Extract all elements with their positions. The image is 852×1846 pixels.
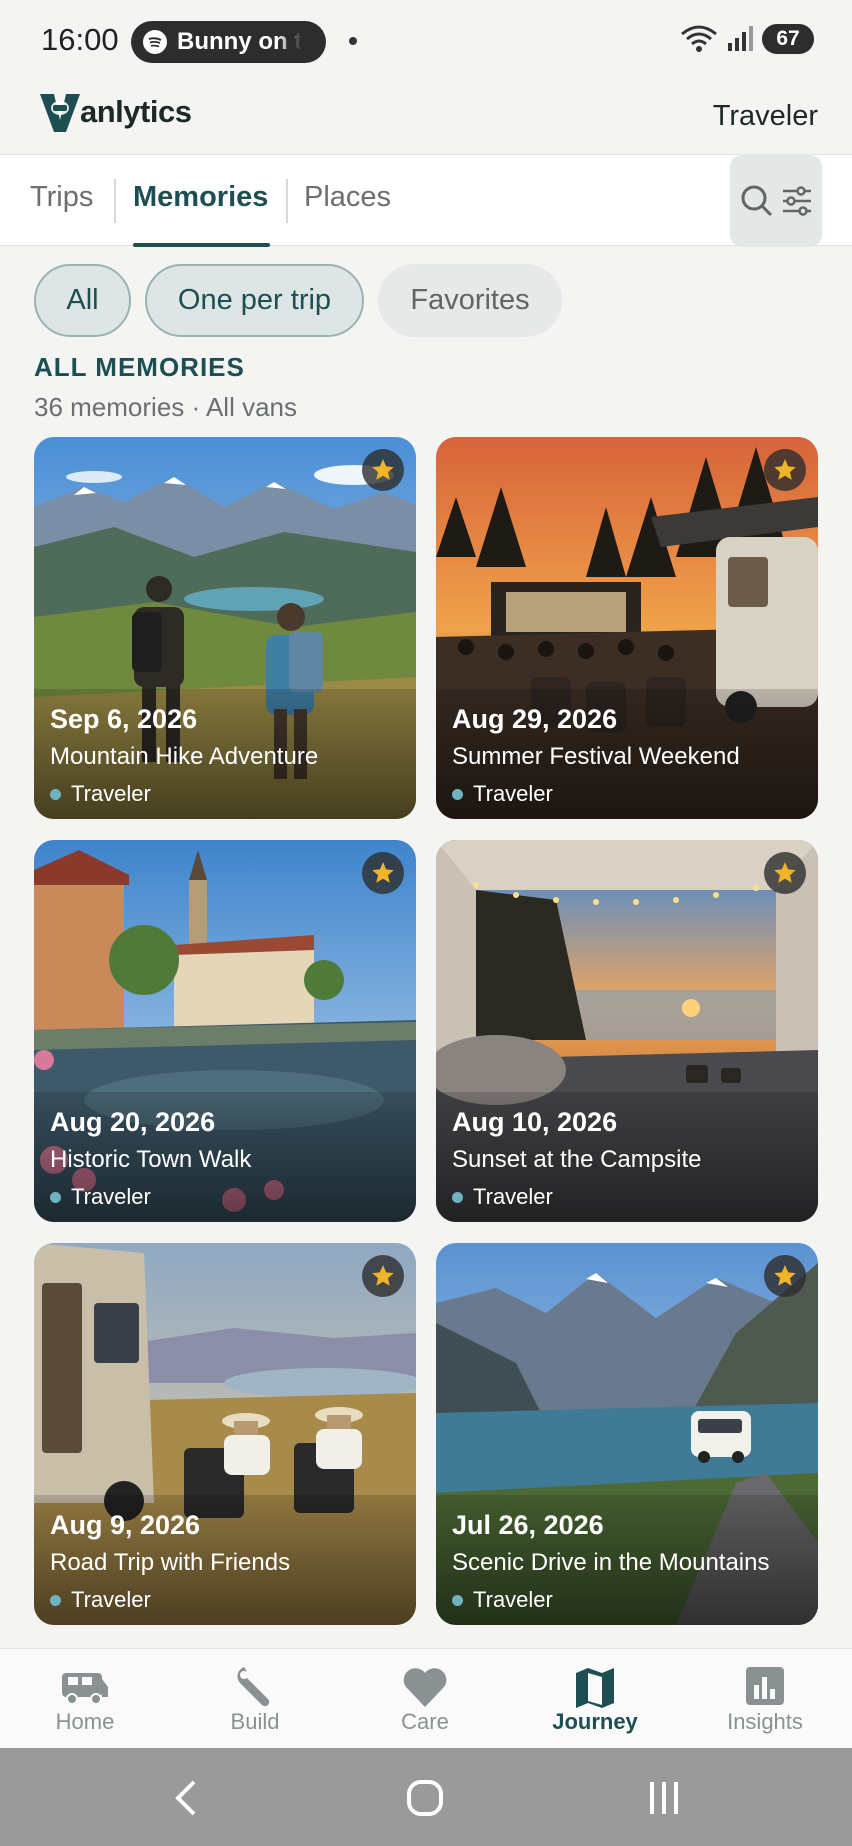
system-navigation-bar (0, 1748, 852, 1846)
nav-label: Home (55, 1709, 115, 1734)
van-icon (62, 1673, 108, 1705)
status-time: 16:00 (41, 22, 119, 57)
wrench-icon (237, 1667, 270, 1707)
search-icon (741, 185, 773, 217)
memory-title: Summer Festival Weekend (452, 743, 740, 770)
brand-name: anlytics (80, 94, 192, 129)
filter-chip-favorites[interactable]: Favorites (378, 264, 562, 337)
filter-chip-one-per-trip[interactable]: One per trip (145, 264, 364, 337)
favorite-star-icon[interactable] (764, 449, 806, 491)
memory-date: Aug 20, 2026 (50, 1107, 216, 1137)
nav-care[interactable]: Care (340, 1649, 510, 1749)
spotify-icon (143, 30, 167, 54)
filter-chip-all[interactable]: All (34, 264, 131, 337)
owner-name: Traveler (71, 1184, 151, 1209)
memory-owner: Traveler (452, 781, 553, 807)
favorite-star-icon[interactable] (764, 1255, 806, 1297)
filter-sliders-icon (783, 186, 811, 216)
user-name[interactable]: Traveler (713, 100, 818, 133)
memory-owner: Traveler (50, 1587, 151, 1613)
memory-date: Aug 29, 2026 (452, 704, 618, 734)
nav-build[interactable]: Build (170, 1649, 340, 1749)
active-tab-indicator (133, 243, 270, 247)
nav-home[interactable]: Home (0, 1649, 170, 1749)
owner-name: Traveler (473, 1184, 553, 1209)
nav-journey[interactable]: Journey (510, 1649, 680, 1749)
back-icon[interactable] (170, 1778, 200, 1818)
memory-date: Sep 6, 2026 (50, 704, 198, 734)
memory-owner: Traveler (50, 1184, 151, 1210)
tab-divider (114, 179, 116, 223)
nav-label: Care (401, 1709, 449, 1734)
notification-dot (349, 37, 357, 45)
favorite-star-icon[interactable] (764, 852, 806, 894)
bar-chart-icon (746, 1667, 784, 1705)
media-text: Bunny on t (177, 28, 303, 55)
favorite-star-icon[interactable] (362, 852, 404, 894)
owner-dot-icon (452, 1594, 463, 1606)
owner-dot-icon (452, 788, 463, 800)
owner-dot-icon (50, 1594, 61, 1606)
app-header: anlytics Traveler (0, 82, 852, 154)
memory-date: Aug 9, 2026 (50, 1510, 201, 1540)
nav-label: Insights (727, 1709, 803, 1734)
tab-places[interactable]: Places (304, 181, 391, 214)
section-subtitle: 36 memories · All vans (34, 392, 297, 422)
owner-dot-icon (452, 1191, 463, 1203)
memory-owner: Traveler (452, 1587, 553, 1613)
memory-card[interactable]: Aug 20, 2026 Historic Town Walk Traveler (34, 840, 416, 1222)
tabs-bar: Trips Memories Places (0, 154, 852, 247)
memory-card[interactable]: Aug 29, 2026 Summer Festival Weekend Tra… (436, 437, 818, 819)
memory-title: Mountain Hike Adventure (50, 743, 319, 770)
memory-title: Historic Town Walk (50, 1146, 252, 1173)
heart-icon (403, 1668, 447, 1707)
owner-name: Traveler (71, 1587, 151, 1612)
memory-date: Jul 26, 2026 (452, 1510, 604, 1540)
owner-name: Traveler (71, 781, 151, 806)
memory-owner: Traveler (452, 1184, 553, 1210)
media-playing-pill[interactable]: Bunny on t (131, 21, 326, 63)
app-logo[interactable]: anlytics (40, 90, 192, 134)
owner-dot-icon (50, 1191, 61, 1203)
memory-title: Road Trip with Friends (50, 1549, 291, 1576)
memory-card[interactable]: Jul 26, 2026 Scenic Drive in the Mountai… (436, 1243, 818, 1625)
home-circle-icon[interactable] (405, 1778, 445, 1818)
memory-date: Aug 10, 2026 (452, 1107, 618, 1137)
memory-card[interactable]: Aug 10, 2026 Sunset at the Campsite Trav… (436, 840, 818, 1222)
memory-owner: Traveler (50, 781, 151, 807)
owner-name: Traveler (473, 781, 553, 806)
recents-icon[interactable] (646, 1778, 682, 1818)
search-filter-button[interactable] (730, 155, 822, 247)
favorite-star-icon[interactable] (362, 1255, 404, 1297)
memory-title: Scenic Drive in the Mountains (452, 1549, 770, 1576)
battery-indicator: 67 (762, 24, 814, 54)
tab-divider (286, 179, 288, 223)
tab-trips[interactable]: Trips (30, 181, 93, 214)
memory-card[interactable]: Aug 9, 2026 Road Trip with Friends Trave… (34, 1243, 416, 1625)
nav-label: Journey (552, 1709, 638, 1734)
memory-title: Sunset at the Campsite (452, 1146, 702, 1173)
owner-name: Traveler (473, 1587, 553, 1612)
nav-label: Build (230, 1709, 280, 1734)
signal-icon (728, 26, 753, 51)
status-bar: 16:00 Bunny on t 67 (0, 0, 852, 82)
section-title: ALL MEMORIES (34, 352, 245, 382)
bottom-navigation: Home Build Care Journey Insights (0, 1648, 852, 1748)
van-logo-icon (40, 94, 80, 132)
favorite-star-icon[interactable] (362, 449, 404, 491)
nav-insights[interactable]: Insights (680, 1649, 850, 1749)
wifi-icon (681, 25, 717, 52)
status-icons: 67 (680, 24, 814, 54)
tab-memories[interactable]: Memories (133, 181, 268, 214)
memory-card[interactable]: Sep 6, 2026 Mountain Hike Adventure Trav… (34, 437, 416, 819)
map-icon (576, 1668, 614, 1708)
owner-dot-icon (50, 788, 61, 800)
